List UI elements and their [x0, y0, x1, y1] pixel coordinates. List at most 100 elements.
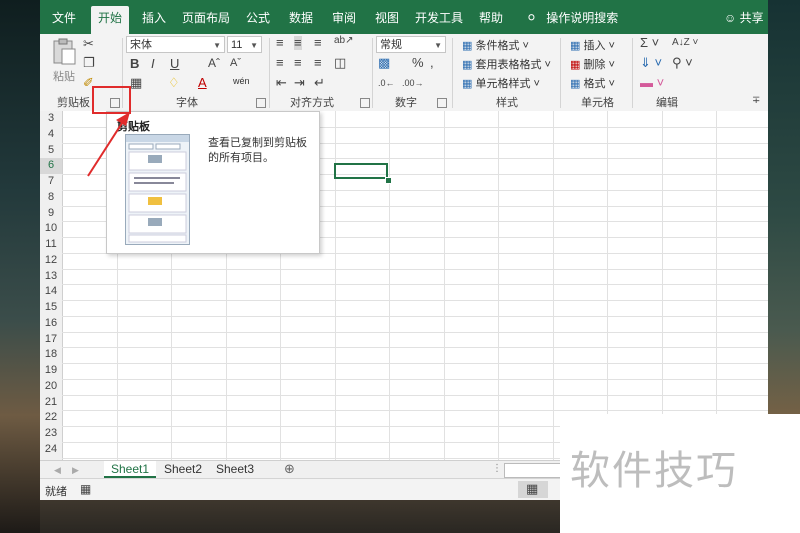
row-header[interactable]: 17	[40, 332, 62, 348]
number-format-select[interactable]: 常规 ▼	[376, 36, 446, 53]
align-center-icon[interactable]: ≡	[294, 56, 302, 70]
tab-help[interactable]: 帮助	[474, 8, 508, 34]
delete-cells-button[interactable]: ▦ 删除 ˅	[570, 56, 615, 72]
fill-handle[interactable]	[385, 177, 392, 184]
row-header[interactable]: 18	[40, 347, 62, 363]
align-bottom-icon[interactable]: ≡	[314, 36, 322, 50]
align-left-icon[interactable]: ≡	[276, 56, 284, 70]
row-header[interactable]: 15	[40, 300, 62, 316]
increase-indent-icon[interactable]: ⇥	[294, 76, 305, 90]
conditional-formatting-button[interactable]: ▦ 条件格式 ˅	[462, 37, 529, 53]
macro-record-icon[interactable]: ▦	[80, 482, 91, 496]
row-header[interactable]: 7	[40, 174, 62, 190]
sheet-tab-1[interactable]: Sheet1	[104, 461, 156, 478]
tab-view[interactable]: 视图	[370, 8, 404, 34]
collapse-ribbon-icon[interactable]: ∓	[752, 94, 760, 108]
autosum-icon[interactable]: Σ ˅	[640, 36, 659, 50]
decrease-decimal-icon[interactable]: .00→	[402, 76, 424, 90]
font-name-select[interactable]: 宋体 ▼	[126, 36, 225, 53]
align-middle-icon[interactable]: ≡	[294, 36, 302, 50]
person-icon: ☺	[724, 11, 737, 25]
group-separator	[452, 38, 453, 108]
row-header[interactable]: 22	[40, 410, 62, 426]
copy-icon[interactable]: ❐	[83, 56, 95, 70]
row-header[interactable]: 19	[40, 363, 62, 379]
tab-page-layout[interactable]: 页面布局	[180, 8, 232, 34]
row-header[interactable]: 21	[40, 395, 62, 411]
row-header[interactable]: 4	[40, 127, 62, 143]
tab-data[interactable]: 数据	[284, 8, 318, 34]
font-dialog-launcher[interactable]	[256, 98, 266, 108]
clear-icon[interactable]: ▬ ˅	[640, 76, 664, 90]
fill-color-icon[interactable]: ♢	[168, 76, 180, 90]
tab-developer[interactable]: 开发工具	[413, 8, 465, 34]
scroll-left-icon[interactable]: ◀	[54, 463, 61, 477]
decrease-indent-icon[interactable]: ⇤	[276, 76, 287, 90]
format-icon: ▦	[570, 78, 581, 90]
tab-home[interactable]: 开始	[91, 6, 129, 34]
merge-center-icon[interactable]: ◫	[334, 56, 346, 70]
column-gridline	[662, 111, 663, 460]
cut-icon[interactable]: ✂	[83, 37, 94, 51]
bold-button[interactable]: B	[130, 57, 139, 71]
row-header[interactable]: 6	[40, 158, 62, 174]
row-header[interactable]: 20	[40, 379, 62, 395]
row-header[interactable]: 9	[40, 206, 62, 222]
scroll-options-icon[interactable]: ⋮	[492, 462, 502, 476]
phonetic-icon[interactable]: wén	[233, 76, 250, 86]
find-select-icon[interactable]: ⚲ ˅	[672, 56, 693, 70]
sheet-tab-2[interactable]: Sheet2	[158, 461, 208, 478]
format-cells-button[interactable]: ▦ 格式 ˅	[570, 75, 615, 91]
row-header[interactable]: 3	[40, 111, 62, 127]
paste-button[interactable]: 粘贴	[50, 38, 78, 86]
decrease-font-icon[interactable]: Aˇ	[230, 56, 241, 70]
tab-formulas[interactable]: 公式	[241, 8, 275, 34]
share-button[interactable]: ☺ 共享	[724, 9, 764, 26]
add-sheet-icon[interactable]: ⊕	[284, 462, 295, 476]
insert-cells-button[interactable]: ▦ 插入 ˅	[570, 37, 615, 53]
row-header[interactable]: 23	[40, 426, 62, 442]
tab-review[interactable]: 审阅	[327, 8, 361, 34]
tab-file[interactable]: 文件	[46, 8, 82, 34]
font-color-icon[interactable]: A	[198, 76, 207, 90]
increase-decimal-icon[interactable]: .0←	[378, 76, 395, 90]
font-size-select[interactable]: 11 ▼	[227, 36, 262, 53]
row-header[interactable]: 24	[40, 442, 62, 458]
wrap-text-icon[interactable]: ↵	[314, 76, 325, 90]
italic-button[interactable]: I	[151, 57, 155, 71]
border-icon[interactable]: ▦	[130, 76, 142, 90]
sort-filter-icon[interactable]: A↓Z ˅	[672, 36, 698, 50]
number-dialog-launcher[interactable]	[437, 98, 447, 108]
row-header[interactable]: 16	[40, 316, 62, 332]
format-as-table-button[interactable]: ▦ 套用表格格式 ˅	[462, 56, 551, 72]
align-top-icon[interactable]: ≡	[276, 36, 284, 50]
search-label: 操作说明搜索	[546, 11, 619, 25]
selected-cell[interactable]	[334, 163, 388, 179]
row-header[interactable]: 8	[40, 190, 62, 206]
row-header[interactable]: 14	[40, 284, 62, 300]
row-header[interactable]: 12	[40, 253, 62, 269]
underline-button[interactable]: U	[170, 57, 179, 71]
accounting-format-icon[interactable]: ▩	[378, 56, 390, 70]
cell-styles-button[interactable]: ▦ 单元格样式 ˅	[462, 75, 540, 91]
tell-me-search[interactable]: ⚪ 操作说明搜索	[526, 9, 618, 26]
group-label-alignment: 对齐方式	[290, 97, 334, 109]
scroll-right-icon[interactable]: ▶	[72, 463, 79, 477]
normal-view-button[interactable]: ▦	[518, 481, 548, 498]
row-header[interactable]: 10	[40, 221, 62, 237]
fill-icon[interactable]: ⇓ ˅	[640, 56, 662, 70]
increase-font-icon[interactable]: Aˆ	[208, 56, 220, 70]
row-header[interactable]: 13	[40, 269, 62, 285]
orientation-icon[interactable]: ab↗	[334, 34, 354, 48]
alignment-dialog-launcher[interactable]	[360, 98, 370, 108]
table-icon: ▦	[462, 59, 473, 71]
column-gridline	[444, 111, 445, 460]
row-header[interactable]: 5	[40, 143, 62, 159]
horizontal-scrollbar[interactable]	[504, 463, 562, 478]
comma-style-icon[interactable]: ,	[430, 56, 434, 70]
sheet-tab-3[interactable]: Sheet3	[210, 461, 260, 478]
percent-icon[interactable]: %	[412, 56, 424, 70]
align-right-icon[interactable]: ≡	[314, 56, 322, 70]
row-header[interactable]: 11	[40, 237, 62, 253]
tab-insert[interactable]: 插入	[137, 8, 171, 34]
